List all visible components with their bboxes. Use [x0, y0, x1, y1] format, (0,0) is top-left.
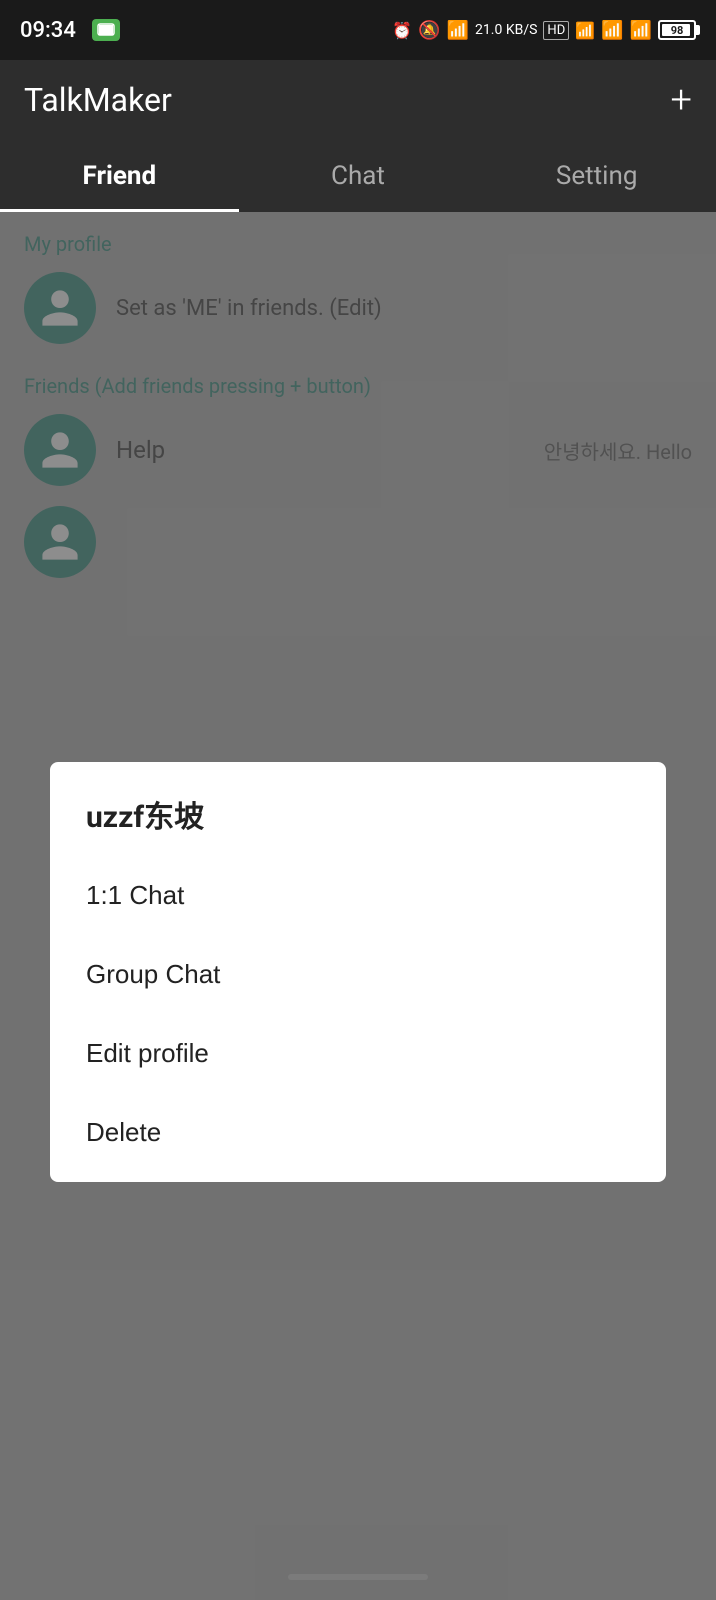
chat-notification-icon — [92, 19, 120, 41]
tab-bar: Friend Chat Setting — [0, 140, 716, 212]
menu-item-one-to-one-chat[interactable]: 1:1 Chat — [86, 856, 630, 935]
wifi-icon: 📶 — [575, 21, 595, 40]
main-content: My profile Set as 'ME' in friends. (Edit… — [0, 212, 716, 1600]
tab-chat[interactable]: Chat — [239, 140, 478, 212]
status-icons: ⏰ 🔕 📶 21.0 KB/S HD 📶 📶 📶 98 — [392, 20, 696, 41]
menu-item-delete[interactable]: Delete — [86, 1093, 630, 1172]
network-speed: 21.0 KB/S — [475, 22, 537, 38]
status-bar: 09:34 ⏰ 🔕 📶 21.0 KB/S HD 📶 📶 📶 98 — [0, 0, 716, 60]
hd-icon: HD — [543, 21, 569, 40]
alarm-icon: ⏰ — [392, 21, 412, 40]
signal-icon-2: 📶 — [630, 20, 652, 41]
context-menu: uzzf东坡 1:1 Chat Group Chat Edit profile … — [50, 762, 666, 1182]
bluetooth-icon: 📶 — [447, 20, 469, 41]
app-header: TalkMaker + — [0, 60, 716, 140]
add-button[interactable]: + — [671, 81, 692, 119]
mute-icon: 🔕 — [418, 20, 440, 41]
signal-icon-1: 📶 — [601, 20, 623, 41]
app-title: TalkMaker — [24, 81, 172, 119]
context-menu-title: uzzf东坡 — [86, 792, 630, 836]
menu-item-group-chat[interactable]: Group Chat — [86, 935, 630, 1014]
tab-setting[interactable]: Setting — [477, 140, 716, 212]
battery-icon: 98 — [658, 20, 696, 40]
tab-friend[interactable]: Friend — [0, 140, 239, 212]
status-time: 09:34 — [20, 18, 76, 43]
menu-item-edit-profile[interactable]: Edit profile — [86, 1014, 630, 1093]
